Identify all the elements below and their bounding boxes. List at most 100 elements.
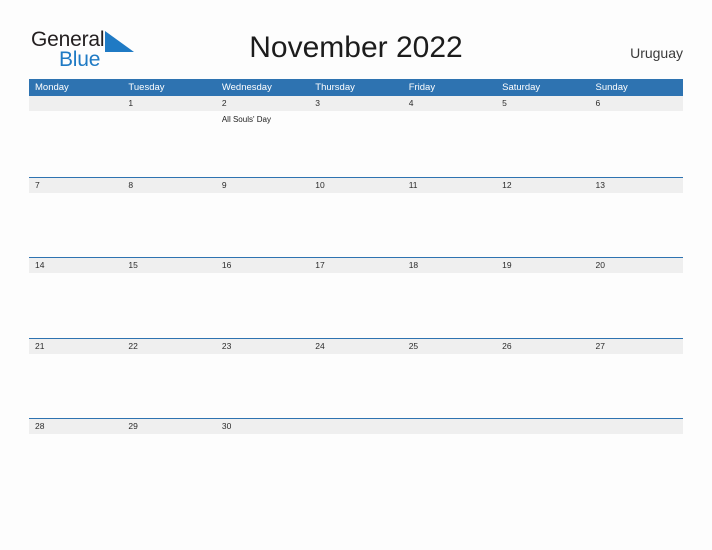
day-event-cell[interactable] (403, 273, 496, 337)
calendar-week-row: 21 22 23 24 25 26 27 (29, 337, 683, 419)
calendar-day-cell[interactable]: 30 (216, 419, 309, 434)
calendar-day-cell[interactable]: 28 (29, 419, 122, 434)
calendar-day-cell[interactable]: 18 (403, 258, 496, 273)
calendar-weeks: 1 2 3 4 5 6 All Souls' Day 7 8 9 10 11 12 13 14 15 16 17 1… (29, 96, 683, 499)
calendar-day-cell[interactable]: 24 (309, 339, 402, 354)
day-event-cell[interactable] (496, 111, 589, 175)
week-event-band (29, 273, 683, 337)
calendar-day-cell[interactable]: 9 (216, 178, 309, 193)
day-number: 10 (315, 179, 325, 190)
day-event-cell[interactable] (29, 434, 122, 498)
weekday-header-thursday: Thursday (315, 82, 355, 93)
day-number: 12 (502, 179, 512, 190)
day-event-cell[interactable] (309, 111, 402, 175)
day-event-cell[interactable] (590, 273, 683, 337)
day-number: 29 (128, 421, 138, 431)
day-number: 9 (221, 179, 227, 190)
calendar-day-cell[interactable]: 15 (122, 258, 215, 273)
calendar-day-cell[interactable]: 7 (29, 178, 122, 193)
day-number: 2 (221, 98, 227, 108)
calendar-day-cell[interactable]: 16 (216, 258, 309, 273)
weekday-header-tuesday: Tuesday (128, 82, 165, 93)
day-event-cell[interactable] (216, 354, 309, 418)
calendar-day-cell[interactable] (496, 419, 589, 434)
day-event-cell[interactable] (496, 434, 589, 498)
calendar-day-cell[interactable]: 22 (122, 339, 215, 354)
holiday-event-label: All Souls' Day (221, 115, 271, 124)
day-number: 22 (128, 340, 138, 351)
day-number: 27 (595, 340, 605, 351)
day-event-cell[interactable] (122, 111, 215, 175)
calendar-day-cell[interactable] (29, 96, 122, 111)
day-event-cell[interactable] (403, 193, 496, 257)
day-event-cell[interactable] (309, 434, 402, 498)
calendar-day-cell[interactable]: 13 (590, 178, 683, 193)
calendar-day-cell[interactable]: 1 (122, 96, 215, 111)
weekday-header-wednesday: Wednesday (221, 82, 272, 93)
day-number: 5 (502, 98, 507, 108)
day-event-cell[interactable] (29, 273, 122, 337)
day-event-cell[interactable] (122, 193, 215, 257)
calendar-day-cell[interactable]: 4 (403, 96, 496, 111)
day-event-cell[interactable] (29, 193, 122, 257)
week-event-band: All Souls' Day (29, 111, 683, 175)
day-event-cell[interactable] (590, 111, 683, 175)
calendar-day-cell[interactable]: 10 (309, 178, 402, 193)
day-number: 24 (315, 340, 325, 351)
day-event-cell[interactable] (309, 354, 402, 418)
week-event-band (29, 434, 683, 498)
day-event-cell[interactable] (122, 354, 215, 418)
day-event-cell[interactable] (590, 354, 683, 418)
calendar-page: General Blue November 2022 Uruguay Monda… (0, 0, 712, 550)
calendar-day-cell[interactable]: 21 (29, 339, 122, 354)
day-event-cell[interactable] (496, 273, 589, 337)
day-number: 3 (315, 98, 320, 108)
day-event-cell[interactable]: All Souls' Day (216, 111, 309, 175)
day-event-cell[interactable] (29, 111, 122, 175)
calendar-day-cell[interactable]: 2 (216, 96, 309, 111)
day-event-cell[interactable] (403, 354, 496, 418)
calendar-day-cell[interactable]: 25 (403, 339, 496, 354)
calendar-day-cell[interactable]: 20 (590, 258, 683, 273)
calendar-day-cell[interactable]: 14 (29, 258, 122, 273)
calendar-day-cell[interactable]: 23 (216, 339, 309, 354)
calendar-day-cell[interactable] (403, 419, 496, 434)
day-event-cell[interactable] (496, 193, 589, 257)
day-event-cell[interactable] (216, 434, 309, 498)
weekday-header-sunday: Sunday (595, 82, 628, 93)
week-date-band: 28 29 30 (29, 419, 683, 434)
calendar-day-cell[interactable]: 8 (122, 178, 215, 193)
calendar-day-cell[interactable]: 5 (496, 96, 589, 111)
calendar-day-cell[interactable]: 12 (496, 178, 589, 193)
day-event-cell[interactable] (403, 111, 496, 175)
day-number: 30 (221, 421, 232, 431)
day-event-cell[interactable] (216, 273, 309, 337)
week-date-band: 7 8 9 10 11 12 13 (29, 177, 683, 193)
day-number: 18 (408, 260, 419, 270)
calendar-day-cell[interactable]: 6 (590, 96, 683, 111)
day-event-cell[interactable] (496, 354, 589, 418)
day-number: 7 (35, 179, 40, 190)
day-number: 1 (128, 98, 134, 108)
weekday-header-row: Monday Tuesday Wednesday Thursday Friday… (29, 79, 683, 96)
calendar-day-cell[interactable]: 29 (122, 419, 215, 434)
calendar-day-cell[interactable]: 3 (309, 96, 402, 111)
day-event-cell[interactable] (309, 193, 402, 257)
day-event-cell[interactable] (309, 273, 402, 337)
day-event-cell[interactable] (590, 193, 683, 257)
day-event-cell[interactable] (216, 193, 309, 257)
calendar-day-cell[interactable] (590, 419, 683, 434)
calendar-day-cell[interactable]: 11 (403, 178, 496, 193)
day-number: 20 (595, 260, 605, 270)
calendar-day-cell[interactable] (309, 419, 402, 434)
day-event-cell[interactable] (590, 434, 683, 498)
day-event-cell[interactable] (403, 434, 496, 498)
day-event-cell[interactable] (122, 273, 215, 337)
calendar-day-cell[interactable]: 17 (309, 258, 402, 273)
calendar-day-cell[interactable]: 19 (496, 258, 589, 273)
calendar-day-cell[interactable]: 26 (496, 339, 589, 354)
day-number: 17 (315, 260, 325, 270)
day-event-cell[interactable] (122, 434, 215, 498)
calendar-day-cell[interactable]: 27 (590, 339, 683, 354)
day-event-cell[interactable] (29, 354, 122, 418)
